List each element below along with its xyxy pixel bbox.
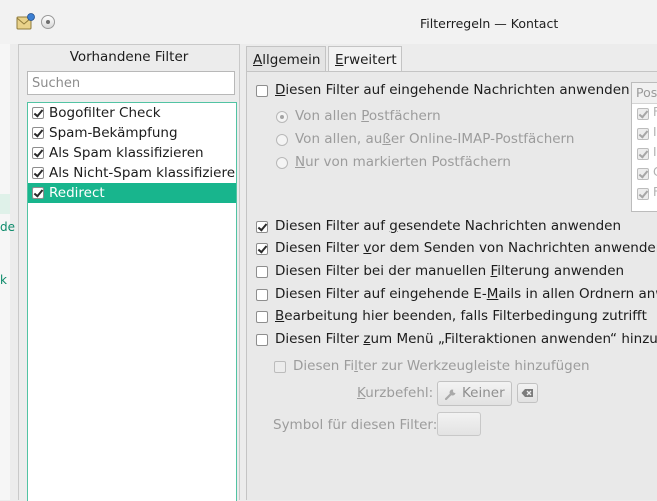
account-row[interactable]: F: [632, 104, 657, 124]
sent-checkbox[interactable]: [256, 221, 268, 233]
filter-enabled-checkbox[interactable]: [32, 127, 44, 139]
all-folders-label: Diesen Filter auf eingehende E-Mails in …: [275, 286, 657, 302]
filter-list-title: Vorhandene Filter: [69, 49, 189, 65]
source-marked-radio[interactable]: [276, 157, 288, 169]
menu-label: Diesen Filter zum Menü „Filteraktionen a…: [275, 331, 657, 347]
filter-enabled-checkbox[interactable]: [32, 187, 44, 199]
incoming-checkbox[interactable]: [256, 85, 268, 97]
shortcut-value: Keiner: [462, 385, 505, 401]
account-list-header: Post: [632, 83, 657, 104]
stop-processing-label: Bearbeitung hier beenden, falls Filterbe…: [275, 308, 647, 324]
filter-item[interactable]: Als Nicht-Spam klassifizieren: [28, 163, 236, 183]
filter-enabled-checkbox[interactable]: [32, 147, 44, 159]
account-label: F: [653, 185, 657, 199]
filter-item-selected[interactable]: Redirect: [28, 183, 236, 203]
stop-processing-checkbox[interactable]: [256, 311, 268, 323]
filter-list-panel: Vorhandene Filter Bogofilter Check Spam-…: [18, 44, 240, 501]
shortcut-label: Kurzbefehl:: [357, 385, 434, 401]
clear-shortcut-button[interactable]: [517, 383, 538, 403]
kontact-app-icon[interactable]: [16, 13, 36, 31]
filter-item-label: Spam-Bekämpfung: [49, 125, 178, 141]
tab-advanced[interactable]: Erweitert: [328, 46, 402, 72]
filter-search-input[interactable]: [27, 71, 235, 95]
clear-left-icon: [521, 389, 533, 397]
account-label: I: [653, 125, 657, 139]
menu-checkbox[interactable]: [256, 334, 268, 346]
filter-enabled-checkbox[interactable]: [32, 107, 44, 119]
background-text: de: [0, 220, 15, 234]
account-row[interactable]: I: [632, 144, 657, 164]
account-checkbox[interactable]: [637, 188, 649, 200]
before-send-label: Diesen Filter vor dem Senden von Nachric…: [275, 240, 657, 256]
filter-item[interactable]: Als Spam klassifizieren: [28, 143, 236, 163]
account-row[interactable]: F: [632, 184, 657, 204]
filter-item-label: Bogofilter Check: [49, 105, 161, 121]
filter-item-label: Als Spam klassifizieren: [49, 145, 204, 161]
manual-checkbox[interactable]: [256, 266, 268, 278]
filter-item-label: Redirect: [49, 185, 105, 201]
source-offline-radio[interactable]: [276, 134, 288, 146]
window-title: Filterregeln — Kontact: [420, 16, 559, 31]
all-folders-checkbox[interactable]: [256, 289, 268, 301]
source-all-radio[interactable]: [276, 111, 288, 123]
incoming-label: Diesen Filter auf eingehende Nachrichten…: [275, 82, 635, 98]
tab-general[interactable]: Allgemein: [246, 46, 326, 72]
account-list[interactable]: Post F I I C F: [631, 82, 657, 212]
background-window: de k: [0, 44, 15, 500]
account-label: F: [653, 105, 657, 119]
filter-icon-label: Symbol für diesen Filter:: [273, 417, 438, 433]
source-all-label: Von allen Postfächern: [295, 108, 441, 124]
source-marked-label: Nur von markierten Postfächern: [295, 154, 511, 170]
account-label: I: [653, 145, 657, 159]
background-text: k: [0, 273, 7, 287]
filter-list: Bogofilter Check Spam-Bekämpfung Als Spa…: [27, 102, 237, 501]
account-label: C: [653, 165, 657, 179]
filter-item[interactable]: Bogofilter Check: [28, 103, 236, 123]
account-checkbox[interactable]: [637, 128, 649, 140]
shortcut-button[interactable]: Keiner: [437, 381, 512, 406]
manual-label: Diesen Filter bei der manuellen Filterun…: [275, 263, 625, 279]
toolbar-label: Diesen Filter zur Werkzeugleiste hinzufü…: [293, 358, 590, 374]
title-bar: Filterregeln — Kontact: [0, 0, 657, 44]
window-menu-button[interactable]: [41, 15, 55, 29]
account-checkbox[interactable]: [637, 168, 649, 180]
source-offline-label: Von allen, außer Online-IMAP-Postfächern: [295, 131, 575, 147]
before-send-checkbox[interactable]: [256, 243, 268, 255]
toolbar-checkbox[interactable]: [274, 361, 286, 373]
account-row[interactable]: C: [632, 164, 657, 184]
account-checkbox[interactable]: [637, 148, 649, 160]
sent-label: Diesen Filter auf gesendete Nachrichten …: [275, 218, 622, 234]
filter-item-label: Als Nicht-Spam klassifizieren: [49, 165, 237, 181]
wrench-icon: [444, 389, 456, 401]
filter-enabled-checkbox[interactable]: [32, 167, 44, 179]
account-row[interactable]: I: [632, 124, 657, 144]
filter-icon-button[interactable]: [437, 412, 481, 436]
account-checkbox[interactable]: [637, 108, 649, 120]
filter-item[interactable]: Spam-Bekämpfung: [28, 123, 236, 143]
